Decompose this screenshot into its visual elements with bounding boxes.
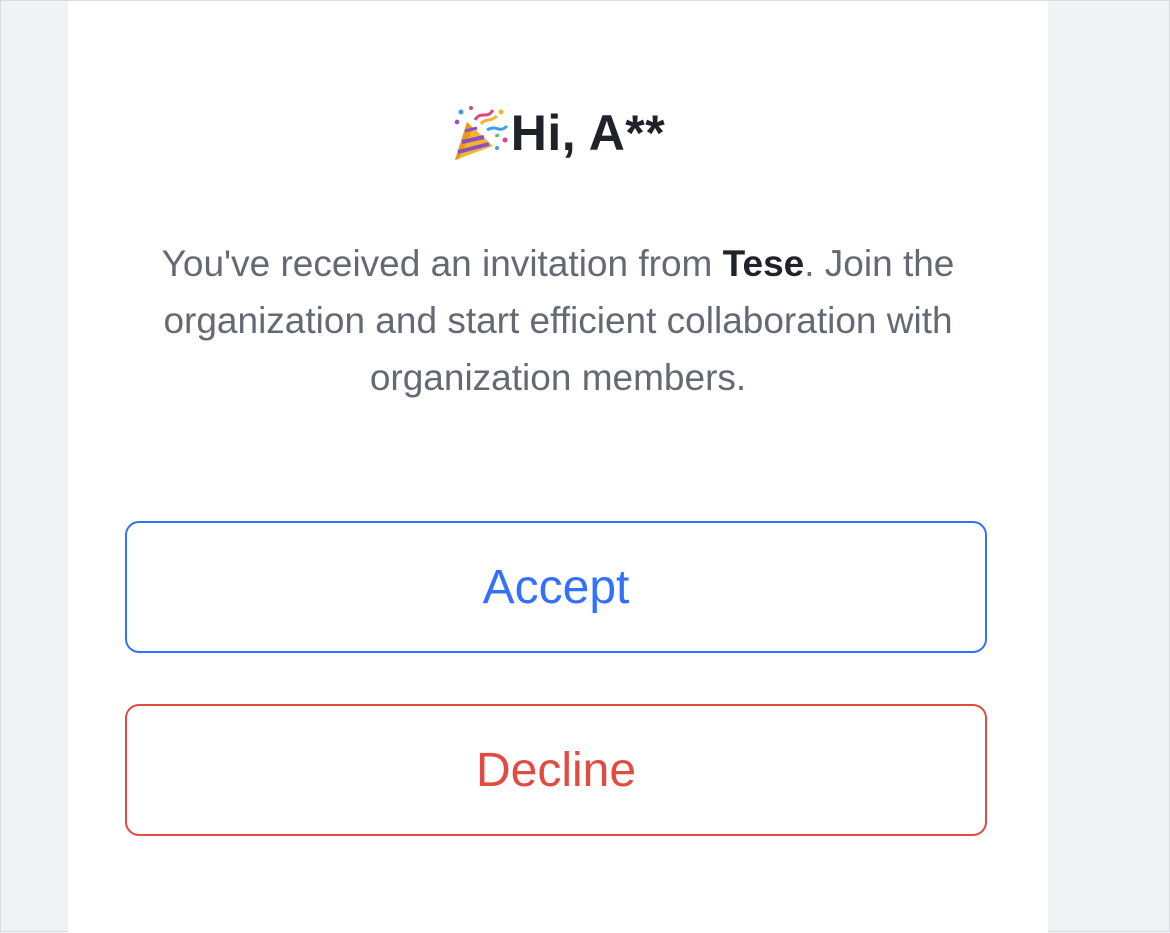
accept-button[interactable]: Accept: [125, 521, 987, 653]
greeting-text: Hi, A**: [510, 105, 666, 161]
organization-name: Tese: [722, 243, 805, 284]
party-popper-icon: [451, 104, 509, 162]
greeting-heading: Hi, A**: [68, 104, 1048, 162]
invitation-message: You've received an invitation from Tese.…: [118, 235, 998, 406]
invitation-card: Hi, A** You've received an invitation fr…: [68, 1, 1048, 933]
screen-frame: Hi, A** You've received an invitation fr…: [0, 0, 1170, 933]
message-prefix: You've received an invitation from: [161, 243, 723, 284]
decline-button[interactable]: Decline: [125, 704, 987, 836]
